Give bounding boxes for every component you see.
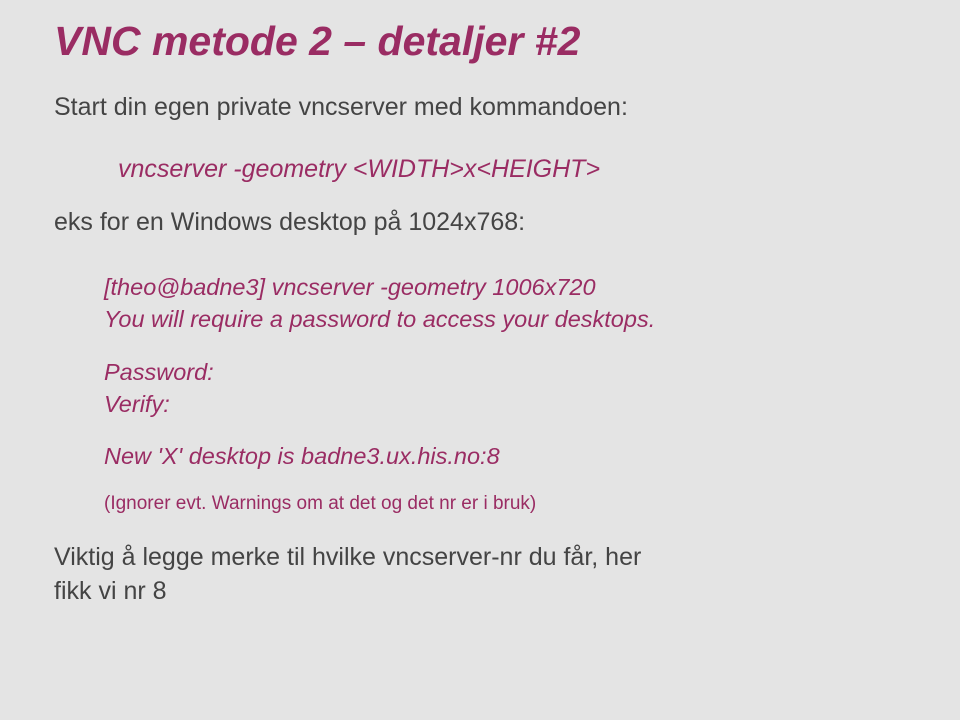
terminal-line: Verify: <box>104 388 910 420</box>
terminal-line: You will require a password to access yo… <box>104 303 910 335</box>
footer-line: fikk vi nr 8 <box>54 577 167 605</box>
note-text: (Ignorer evt. Warnings om at det og det … <box>54 493 910 515</box>
footer-text: Viktig å legge merke til hvilke vncserve… <box>54 541 910 609</box>
slide: VNC metode 2 – detaljer #2 Start din ege… <box>0 0 960 720</box>
terminal-line: New 'X' desktop is badne3.ux.his.no:8 <box>104 440 910 472</box>
footer-line: Viktig å legge merke til hvilke vncserve… <box>54 543 641 571</box>
terminal-block-1: [theo@badne3] vncserver -geometry 1006x7… <box>54 271 910 336</box>
command-text: vncserver -geometry <WIDTH>x<HEIGHT> <box>54 155 910 184</box>
terminal-line: [theo@badne3] vncserver -geometry 1006x7… <box>104 271 910 303</box>
page-title: VNC metode 2 – detaljer #2 <box>54 18 910 65</box>
example-label: eks for en Windows desktop på 1024x768: <box>54 208 910 237</box>
terminal-line: Password: <box>104 356 910 388</box>
terminal-block-2: Password: Verify: <box>54 356 910 421</box>
intro-text: Start din egen private vncserver med kom… <box>54 91 910 125</box>
terminal-block-3: New 'X' desktop is badne3.ux.his.no:8 <box>54 440 910 472</box>
